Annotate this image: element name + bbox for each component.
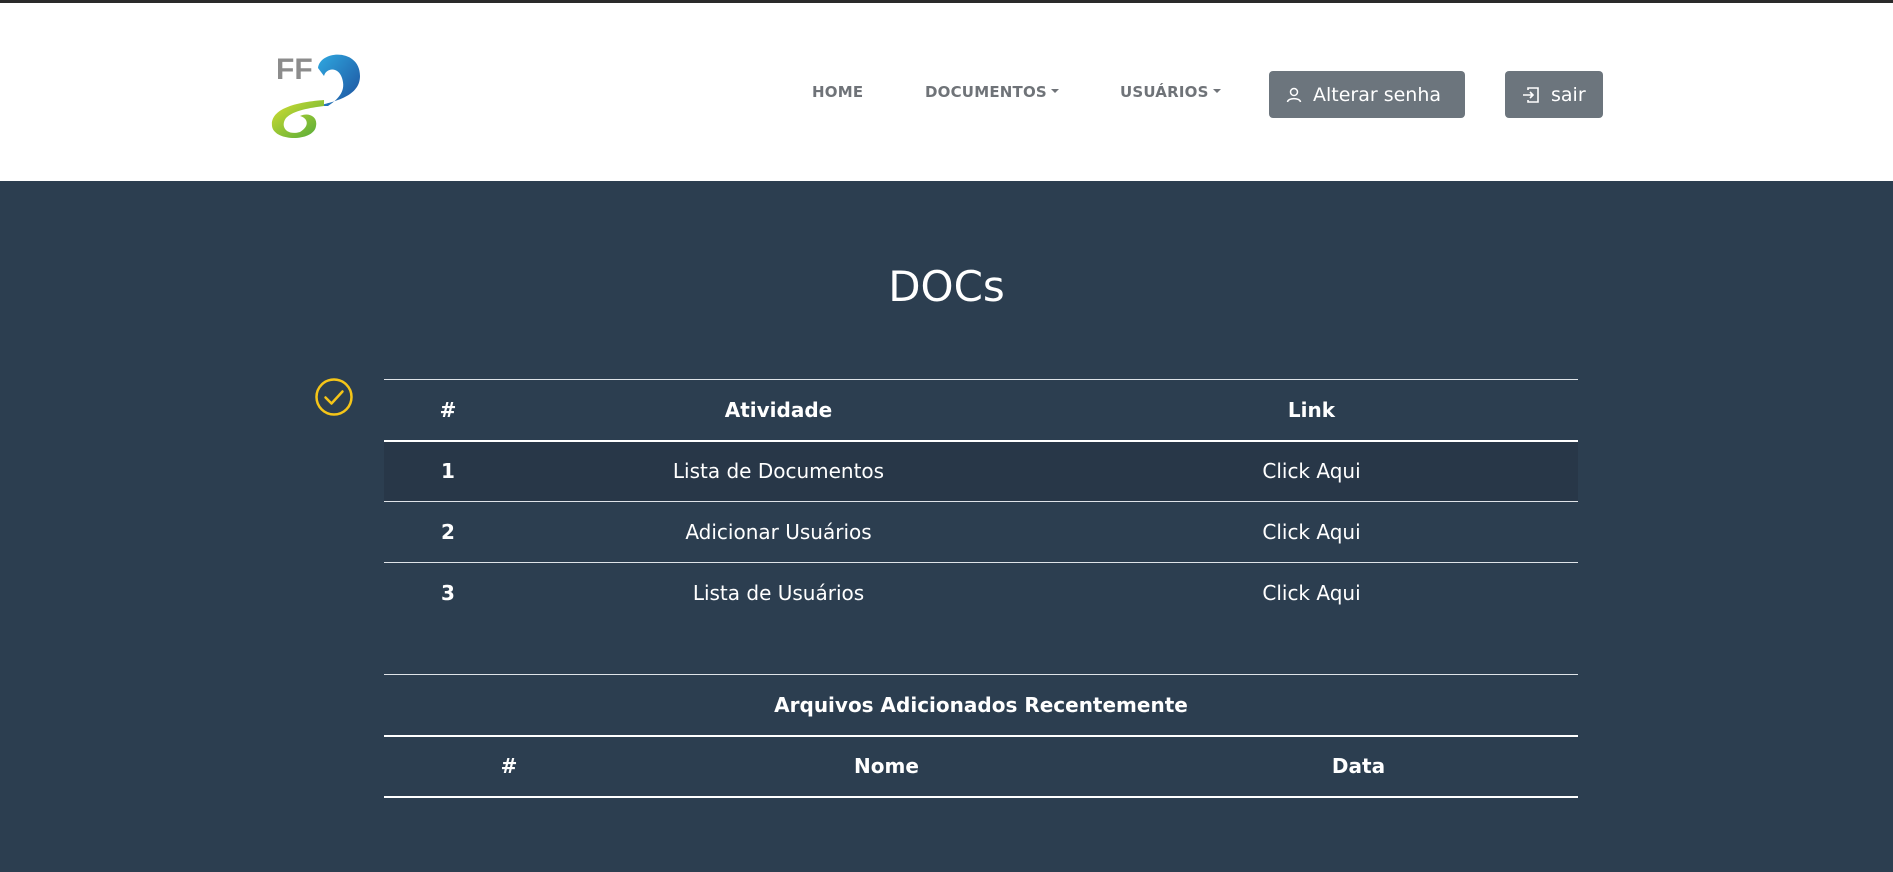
row-activity: Lista de Usuários [512,562,1045,624]
recent-files-table: Arquivos Adicionados Recentemente # Nome… [384,674,1578,798]
table-row: 2 Adicionar Usuários Click Aqui [384,501,1578,563]
column-header-number: # [384,379,512,442]
column-header-number: # [384,735,634,798]
nav-home[interactable]: HOME [812,83,863,101]
column-header-name: Nome [634,735,1139,798]
nav-documentos-dropdown[interactable]: DOCUMENTOS [925,83,1059,101]
row-number: 1 [441,459,455,484]
table-caption: Arquivos Adicionados Recentemente [384,674,1578,737]
column-header-activity: Atividade [512,379,1045,442]
logo-mark-icon: FF [271,53,360,138]
check-circle-icon [315,378,353,416]
column-header-link: Link [1045,379,1578,442]
brand-logo[interactable]: FF [268,46,368,142]
user-icon [1286,87,1302,102]
row-number: 3 [384,562,512,624]
caret-down-icon [1212,88,1221,93]
table-header-row: # Atividade Link [384,379,1578,442]
caret-down-icon [1050,88,1059,93]
logout-button[interactable]: sair [1505,71,1603,118]
row-link[interactable]: Click Aqui [1045,441,1578,502]
row-activity: Lista de Documentos [672,459,885,484]
nav-usuarios-label: USUÁRIOS [1120,83,1209,101]
table-row: 1 Lista de Documentos Click Aqui [384,440,1578,502]
activities-table: # Atividade Link 1 Lista de Documentos C… [384,379,1578,624]
logo-lettering: FF [276,53,313,86]
table-caption-row: Arquivos Adicionados Recentemente [384,674,1578,737]
nav-usuarios-dropdown[interactable]: USUÁRIOS [1120,83,1221,101]
logout-label: sair [1551,83,1586,106]
page-title: DOCs [888,262,1005,311]
row-activity: Adicionar Usuários [512,501,1045,563]
row-number: 2 [384,501,512,563]
change-password-label: Alterar senha [1313,83,1442,106]
row-link[interactable]: Click Aqui [1045,501,1578,563]
change-password-button[interactable]: Alterar senha [1269,71,1465,118]
navbar: FF HOME DOCUMENTOS USUÁRIOS Alterar senh… [0,3,1893,181]
table-header-row: # Nome Data [384,735,1578,798]
nav-documentos-label: DOCUMENTOS [925,83,1047,101]
login-box-icon [1523,86,1539,103]
table-row: 3 Lista de Usuários Click Aqui [384,562,1578,624]
column-header-date: Data [1139,735,1578,798]
row-link[interactable]: Click Aqui [1045,562,1578,624]
